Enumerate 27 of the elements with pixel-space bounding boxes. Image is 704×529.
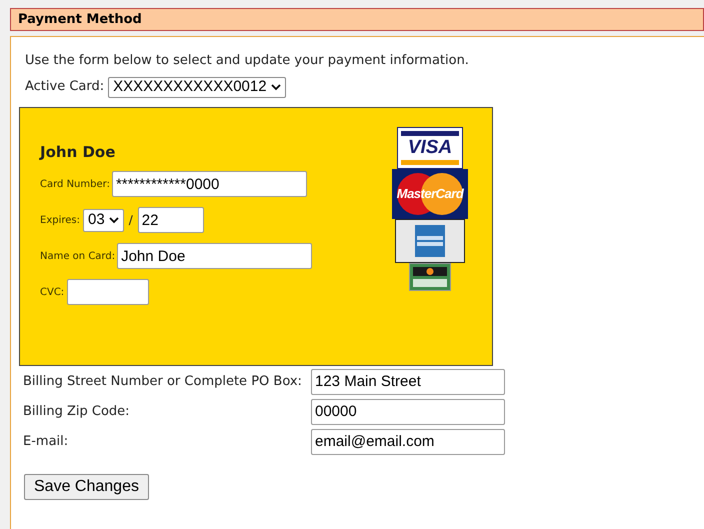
chevron-icon	[108, 216, 119, 224]
save-button[interactable]: Save Changes	[24, 474, 149, 500]
field-label: CVC:	[40, 286, 64, 300]
field-label: Expires:	[40, 214, 80, 228]
cardholder-name: John Doe	[40, 142, 116, 162]
active-card-label: Active Card:	[25, 78, 104, 96]
billing-input[interactable]: email@email.com	[311, 428, 505, 454]
card-input[interactable]: ************0000	[112, 171, 307, 197]
field-label: Card Number:	[40, 178, 110, 192]
year-input[interactable]: 22	[138, 207, 204, 233]
billing-label: E-mail:	[23, 432, 68, 451]
month-select[interactable]: 03	[83, 208, 124, 232]
visa-logo: VISA	[397, 126, 463, 168]
chevron-icon	[270, 84, 281, 90]
card-input[interactable]: John Doe	[117, 243, 312, 269]
date-separator: /	[128, 212, 133, 229]
cvc-input[interactable]	[67, 279, 150, 305]
billing-label: Billing Street Number or Complete PO Box:	[23, 372, 302, 391]
intro-text: Use the form below to select and update your payment information.	[25, 52, 470, 70]
active-card-select[interactable]: XXXXXXXXXXXX0012	[108, 76, 286, 98]
billing-label: Billing Zip Code:	[23, 402, 130, 421]
discover-logo	[409, 262, 451, 290]
field-label: Name on Card:	[40, 250, 116, 264]
section-title: Payment Method	[18, 10, 142, 29]
amex-logo	[395, 218, 465, 262]
billing-input[interactable]: 00000	[311, 398, 505, 424]
billing-input[interactable]: 123 Main Street	[311, 368, 505, 394]
